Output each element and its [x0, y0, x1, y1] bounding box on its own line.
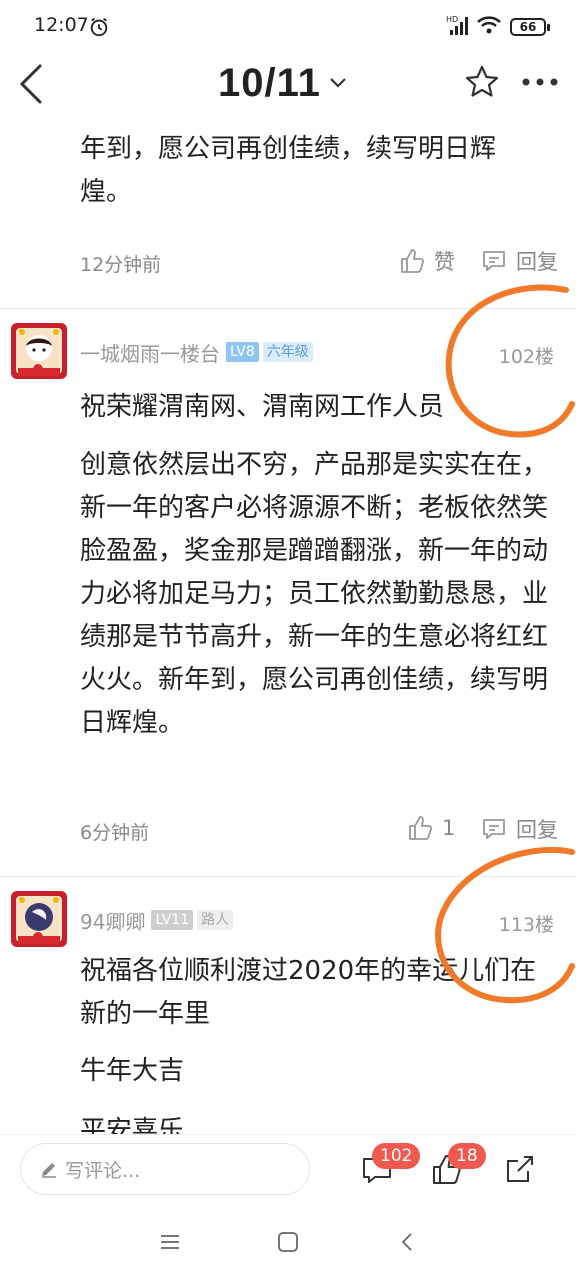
grade-badge: 六年级: [262, 342, 313, 362]
username[interactable]: 94卿卿: [80, 906, 145, 935]
post-time: 6分钟前: [80, 822, 150, 844]
post-meta: 6分钟前 1 回复: [80, 810, 560, 850]
home-icon[interactable]: [276, 1230, 300, 1254]
like-label: 赞: [434, 250, 455, 274]
floor-header: 一城烟雨一楼台 LV8 六年级: [80, 338, 313, 366]
nav-bar: 10/11: [0, 56, 576, 122]
status-time: 12:07: [34, 14, 89, 36]
back-nav-icon[interactable]: [396, 1230, 420, 1254]
reply-label: 回复: [516, 818, 558, 842]
wifi-icon: [477, 16, 501, 34]
comment-placeholder: 写评论...: [65, 1159, 141, 1182]
like-button[interactable]: 1: [406, 814, 455, 842]
post-time: 12分钟前: [80, 254, 162, 276]
post-body: 牛年大吉: [80, 1056, 185, 1086]
divider: [0, 876, 576, 877]
system-nav-bar: [0, 1206, 576, 1280]
signal-icon: HD: [446, 15, 468, 35]
avatar[interactable]: [10, 890, 68, 948]
post-list[interactable]: 年到，愿公司再创佳绩，续写明日辉煌。 12分钟前 赞 回复 一城烟雨一楼台 LV…: [0, 122, 576, 1134]
floor-number: 102楼: [498, 346, 554, 368]
comment-input[interactable]: 写评论...: [20, 1143, 310, 1195]
floor-number: 113楼: [498, 914, 554, 936]
comment-bar: 写评论... 102 18: [0, 1134, 576, 1206]
pencil-icon: [42, 1163, 56, 1178]
more-icon[interactable]: [520, 72, 560, 92]
thumbs-up-icon: [401, 249, 425, 273]
post-meta: 12分钟前 赞 回复: [80, 242, 560, 282]
reply-button[interactable]: 回复: [480, 246, 558, 276]
level-badge: LV8: [226, 342, 259, 362]
menu-icon[interactable]: [158, 1230, 182, 1254]
username[interactable]: 一城烟雨一楼台: [80, 338, 220, 367]
chevron-down-icon: [330, 78, 346, 88]
comment-count-badge: 102: [372, 1143, 421, 1169]
like-button[interactable]: 赞: [398, 246, 455, 276]
thumbs-up-icon: [409, 816, 433, 840]
share-icon[interactable]: [502, 1153, 536, 1187]
page-selector[interactable]: 10/11: [218, 56, 349, 110]
battery-indicator: 66: [510, 18, 550, 36]
alarm-icon: [90, 17, 108, 37]
reply-button[interactable]: 回复: [480, 814, 558, 844]
avatar[interactable]: [10, 322, 68, 380]
post-body: 年到，愿公司再创佳绩，续写明日辉煌。: [80, 134, 497, 207]
post-body: 平安喜乐: [80, 1116, 185, 1134]
level-badge: LV11: [151, 910, 194, 930]
post-body: 祝福各位顺利渡过2020年的幸运儿们在新的一年里: [80, 956, 537, 1029]
reply-icon: [483, 819, 505, 839]
reply-icon: [483, 251, 505, 271]
svg-text:HD: HD: [446, 15, 458, 24]
post-title: 祝荣耀渭南网、渭南网工作人员: [80, 392, 445, 422]
back-icon[interactable]: [16, 62, 48, 106]
divider: [0, 308, 576, 309]
like-count: 1: [442, 816, 456, 840]
floor-header: 94卿卿 LV11 路人: [80, 906, 234, 935]
post-body: 创意依然层出不穷，产品那是实实在在，新一年的客户必将源源不断；老板依然笑脸盈盈，…: [80, 450, 549, 738]
page-number: 10/11: [218, 60, 321, 105]
reply-label: 回复: [516, 250, 558, 274]
status-bar: 12:07 HD 66: [0, 0, 576, 56]
star-icon[interactable]: [464, 64, 500, 100]
like-count-badge: 18: [448, 1143, 486, 1169]
grade-badge: 路人: [197, 910, 234, 930]
